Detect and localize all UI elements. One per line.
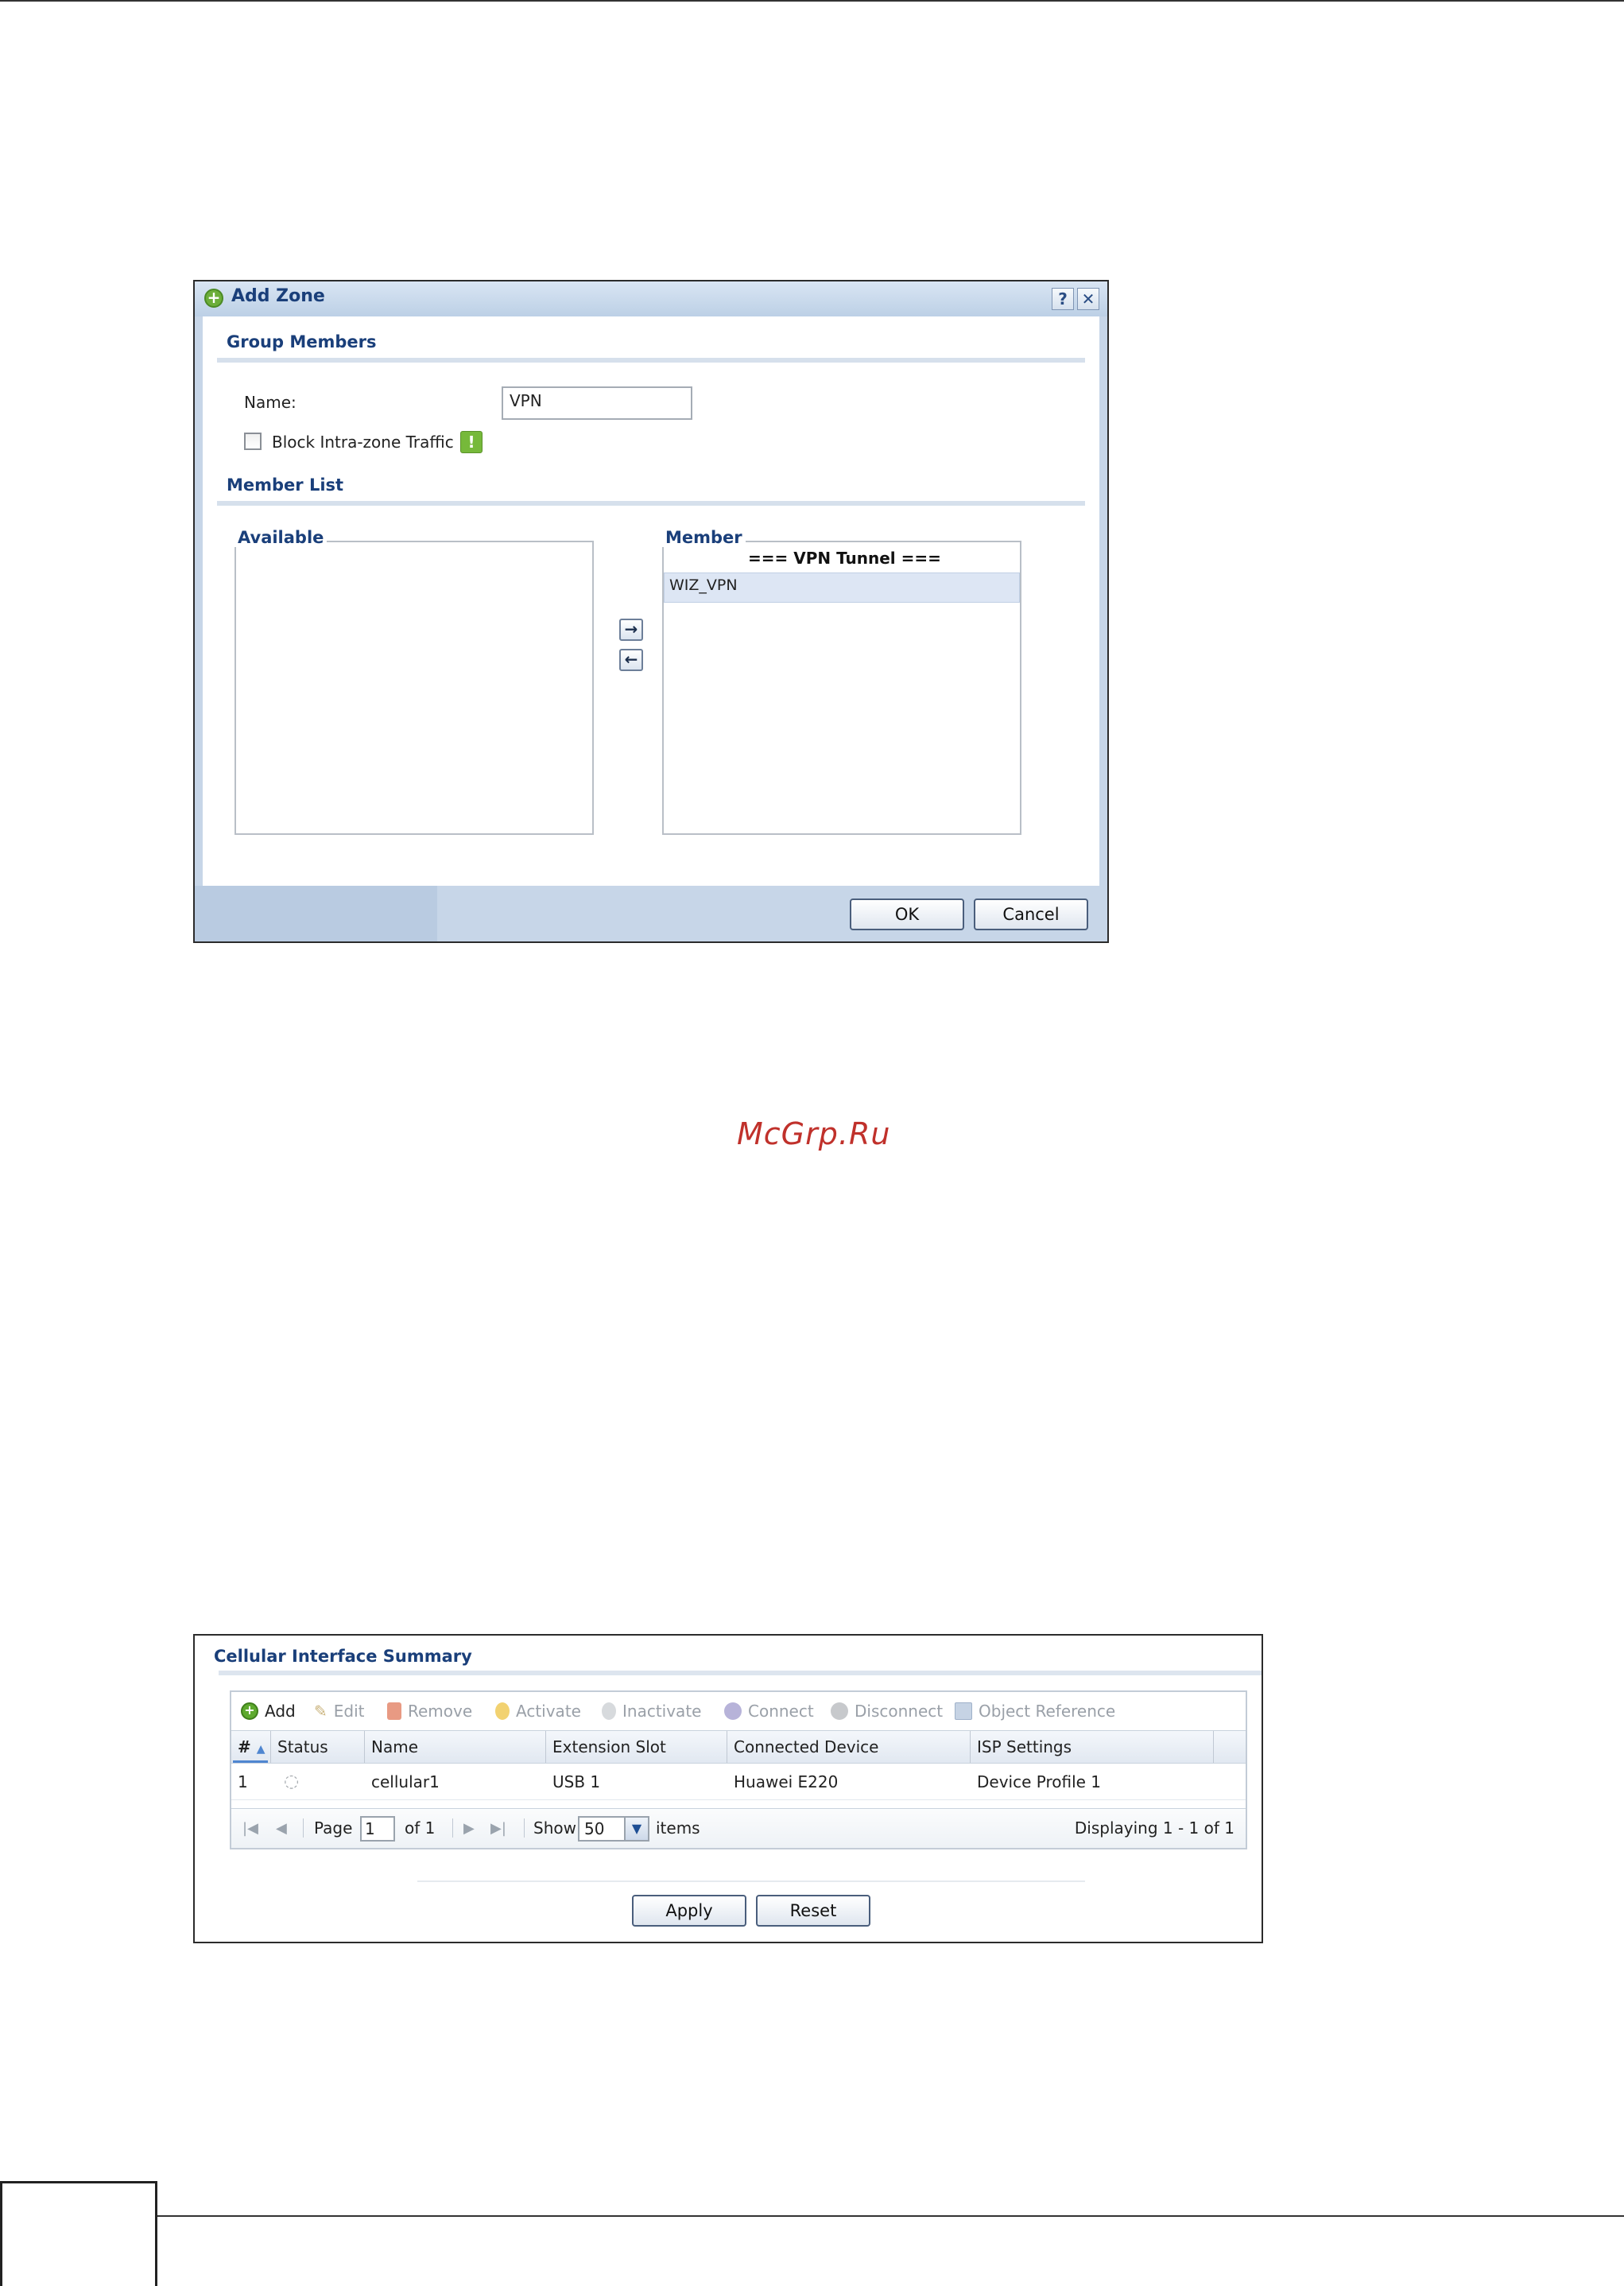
column-connected-device[interactable]: Connected Device	[727, 1731, 971, 1763]
cancel-button[interactable]: Cancel	[974, 898, 1088, 930]
remove-label: Remove	[408, 1702, 473, 1721]
table-row[interactable]: 1 ◌ cellular1 USB 1 Huawei E220 Device P…	[231, 1764, 1246, 1800]
disconnect-button[interactable]: Disconnect	[831, 1702, 943, 1721]
inactivate-button[interactable]: Inactivate	[602, 1702, 701, 1721]
column-name[interactable]: Name	[365, 1731, 546, 1763]
apply-button[interactable]: Apply	[632, 1895, 746, 1927]
add-icon: +	[241, 1702, 258, 1720]
chevron-down-icon[interactable]: ▼	[624, 1816, 649, 1842]
pager-separator	[303, 1818, 304, 1838]
reset-button[interactable]: Reset	[756, 1895, 870, 1927]
member-group-label: === VPN Tunnel ===	[748, 549, 941, 568]
disconnect-label: Disconnect	[855, 1702, 944, 1721]
page-top-rule	[0, 0, 1624, 2]
page-label: Page	[314, 1818, 353, 1838]
block-intra-zone-label: Block Intra-zone Traffic	[272, 433, 454, 452]
object-reference-button[interactable]: Object Reference	[955, 1702, 1115, 1721]
group-members-title: Group Members	[227, 332, 377, 351]
page-number-box	[0, 2181, 157, 2286]
table-header: # ▲ Status Name Extension Slot Connected…	[231, 1730, 1246, 1764]
connect-button[interactable]: Connect	[724, 1702, 814, 1721]
add-zone-dialog: + Add Zone ? ✕ Group Members Name: VPN B…	[193, 280, 1109, 943]
sort-indicator	[233, 1760, 268, 1763]
inactivate-label: Inactivate	[622, 1702, 702, 1721]
row-name: cellular1	[371, 1772, 440, 1791]
page-of-label: of 1	[405, 1818, 436, 1838]
row-connected-device: Huawei E220	[734, 1772, 839, 1791]
dialog-title: Add Zone	[231, 286, 325, 306]
row-extension-slot: USB 1	[552, 1772, 601, 1791]
name-input[interactable]: VPN	[502, 386, 692, 420]
activate-button[interactable]: Activate	[495, 1702, 581, 1721]
add-label: Add	[265, 1702, 296, 1721]
displaying-status: Displaying 1 - 1 of 1	[1074, 1818, 1234, 1838]
dialog-footer: OK Cancel	[195, 886, 1107, 941]
column-isp-settings[interactable]: ISP Settings	[971, 1731, 1214, 1763]
next-page-icon[interactable]: ▶	[463, 1820, 475, 1837]
add-icon: +	[204, 289, 223, 308]
member-legend: Member	[662, 528, 746, 547]
inactive-bulb-icon: ◌	[284, 1772, 300, 1791]
sort-ascending-icon: ▲	[256, 1743, 265, 1756]
last-page-icon[interactable]: ▶|	[490, 1820, 506, 1837]
inactivate-bulb-icon	[602, 1702, 616, 1720]
pager-separator	[524, 1818, 525, 1838]
column-status[interactable]: Status	[271, 1731, 365, 1763]
column-extension-slot[interactable]: Extension Slot	[546, 1731, 727, 1763]
disconnect-icon	[831, 1702, 848, 1720]
row-isp-settings: Device Profile 1	[977, 1772, 1102, 1791]
first-page-icon[interactable]: |◀	[242, 1820, 258, 1837]
edit-icon: ✎	[314, 1702, 328, 1721]
edit-button[interactable]: ✎ Edit	[314, 1702, 365, 1721]
connect-icon	[724, 1702, 742, 1720]
section-divider	[217, 358, 1085, 363]
block-intra-zone-checkbox[interactable]	[244, 433, 262, 450]
move-left-button[interactable]: ←	[619, 649, 643, 671]
page-number-input[interactable]: 1	[360, 1816, 395, 1842]
connect-label: Connect	[748, 1702, 814, 1721]
member-item[interactable]: WIZ_VPN	[664, 572, 1020, 603]
add-button[interactable]: + Add	[241, 1702, 296, 1721]
activate-bulb-icon	[495, 1702, 510, 1720]
pagination-bar: |◀ ◀ Page 1 of 1 ▶ ▶| Show 50 ▼ items Di…	[231, 1808, 1246, 1848]
member-list-title: Member List	[227, 475, 344, 495]
ok-button[interactable]: OK	[850, 898, 964, 930]
show-label: Show	[533, 1818, 576, 1838]
object-reference-icon	[955, 1702, 972, 1720]
name-label: Name:	[244, 393, 297, 412]
column-number[interactable]: # ▲	[231, 1731, 271, 1763]
remove-icon	[387, 1702, 401, 1720]
section-divider	[217, 501, 1085, 506]
dialog-titlebar: + Add Zone ? ✕	[195, 281, 1107, 316]
panel-divider	[219, 1671, 1262, 1675]
grid-toolbar: + Add ✎ Edit Remove Activate Inactivate	[231, 1692, 1246, 1730]
move-right-button[interactable]: →	[619, 619, 643, 641]
info-icon[interactable]: !	[460, 431, 483, 453]
watermark-text: McGrp.Ru	[737, 1116, 891, 1151]
cellular-grid: + Add ✎ Edit Remove Activate Inactivate	[230, 1690, 1247, 1849]
column-number-label: #	[238, 1737, 251, 1756]
dialog-body: Group Members Name: VPN Block Intra-zone…	[203, 316, 1099, 886]
footer-shade	[195, 886, 437, 941]
member-listbox[interactable]: === VPN Tunnel === WIZ_VPN	[662, 541, 1021, 835]
items-label: items	[656, 1818, 700, 1838]
object-reference-label: Object Reference	[979, 1702, 1116, 1721]
row-number: 1	[238, 1772, 248, 1791]
question-icon[interactable]: ?	[1052, 288, 1074, 310]
footer-rule	[157, 2215, 1624, 2217]
edit-label: Edit	[333, 1702, 365, 1721]
activate-label: Activate	[516, 1702, 581, 1721]
panel-title: Cellular Interface Summary	[214, 1647, 472, 1666]
available-listbox[interactable]	[234, 541, 594, 835]
cellular-interface-summary-panel: Cellular Interface Summary + Add ✎ Edit …	[193, 1634, 1263, 1943]
close-icon[interactable]: ✕	[1077, 288, 1099, 310]
remove-button[interactable]: Remove	[387, 1702, 472, 1721]
pager-separator	[452, 1818, 453, 1838]
prev-page-icon[interactable]: ◀	[276, 1820, 287, 1837]
available-legend: Available	[234, 528, 328, 547]
panel-separator	[417, 1880, 1085, 1882]
